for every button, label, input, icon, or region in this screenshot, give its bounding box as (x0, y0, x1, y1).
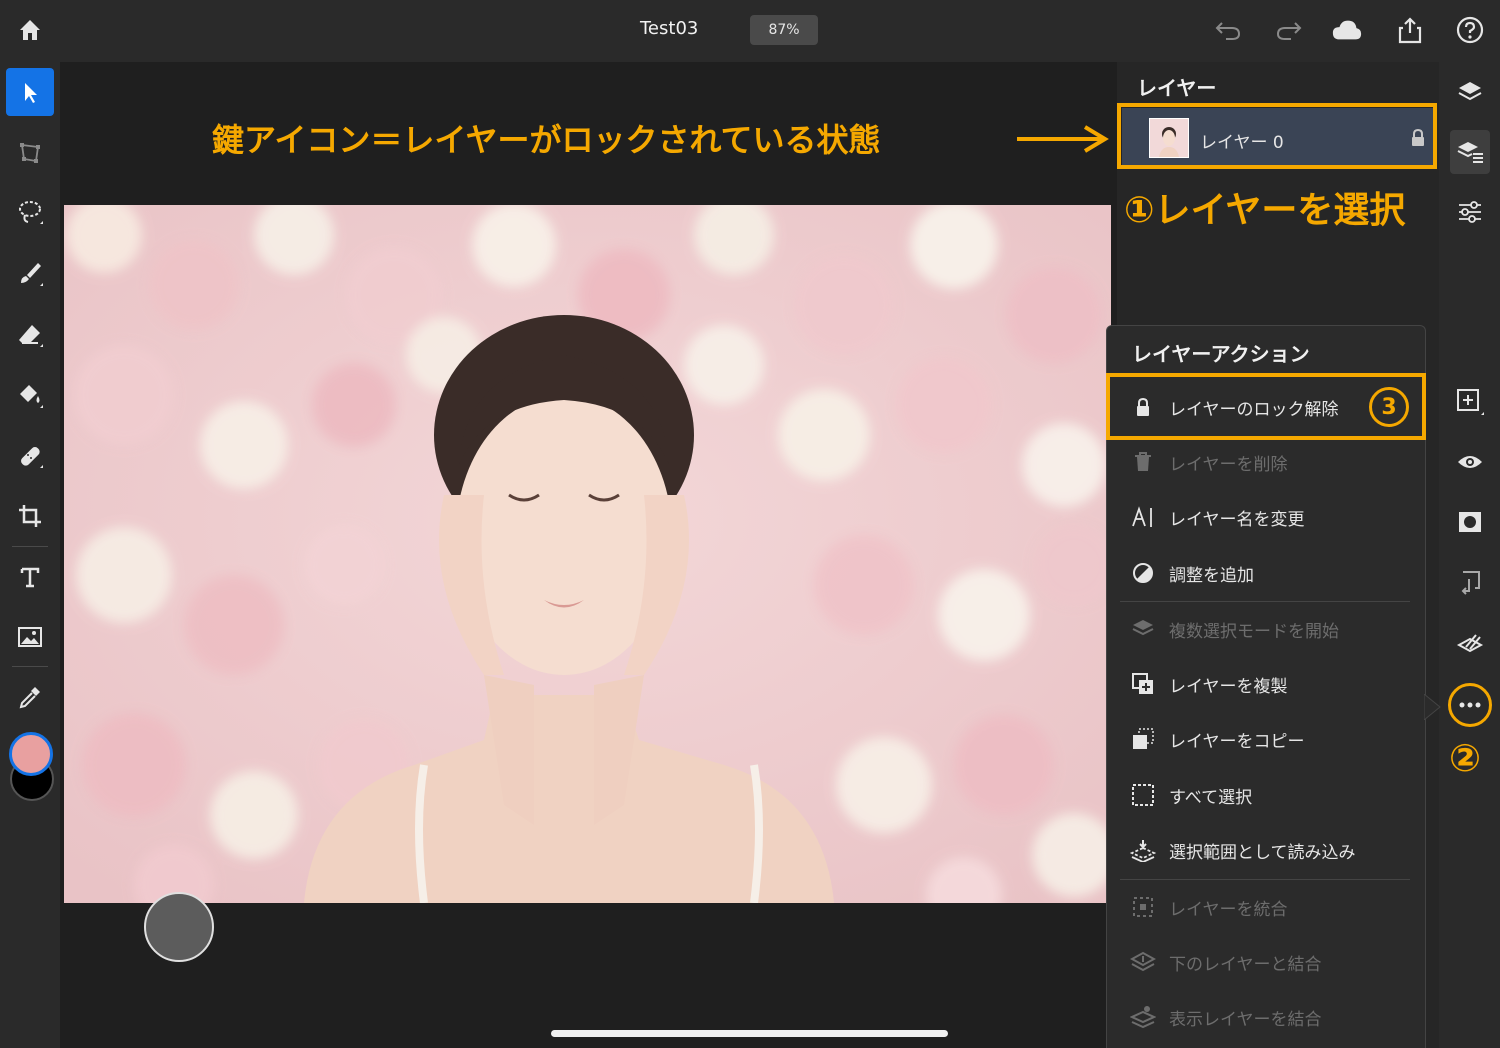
home-indicator (551, 1030, 948, 1037)
menu-item-label: レイヤーを削除 (1169, 454, 1288, 475)
step3-annotation: 3 (1369, 387, 1409, 427)
menu-item-label: レイヤーを複製 (1169, 676, 1288, 697)
menu-pointer-arrow (1423, 692, 1442, 724)
lock-annotation-text: 鍵アイコン＝レイヤーがロックされている状態 (212, 121, 881, 159)
home-icon[interactable] (14, 14, 46, 46)
menu-item-merge-down[interactable]: 下のレイヤーと結合 (1130, 942, 1420, 982)
image-tool-icon[interactable] (6, 613, 54, 661)
select-tool-icon[interactable] (6, 68, 54, 116)
healing-tool-icon[interactable] (6, 432, 54, 480)
menu-item-add-adjustment[interactable]: 調整を追加 (1130, 553, 1420, 593)
menu-divider (1120, 601, 1410, 602)
zoom-level[interactable]: 87% (750, 15, 818, 45)
menu-item-label: 調整を追加 (1169, 565, 1254, 586)
menu-item-select-all[interactable]: すべて選択 (1130, 775, 1420, 815)
arrow-right-icon (1015, 122, 1109, 160)
layers-panel-title: レイヤー (1137, 76, 1217, 100)
menu-divider (1120, 879, 1410, 880)
menu-item-label: 複数選択モードを開始 (1169, 621, 1339, 642)
merge-visible-icon (1130, 1004, 1156, 1030)
layer-properties-icon[interactable] (1450, 130, 1490, 174)
type-tool-icon[interactable] (6, 553, 54, 601)
copy-icon (1130, 726, 1156, 752)
eraser-tool-icon[interactable] (6, 311, 54, 359)
layer-highlight-box (1117, 103, 1437, 169)
visibility-eye-icon[interactable] (1448, 440, 1492, 484)
load-selection-icon (1130, 837, 1156, 863)
help-icon[interactable] (1454, 14, 1486, 46)
rename-icon (1130, 504, 1156, 530)
menu-item-delete-layer[interactable]: レイヤーを削除 (1130, 442, 1420, 482)
menu-item-label: レイヤーをコピー (1169, 731, 1305, 752)
floating-touch-modifier[interactable] (144, 892, 214, 962)
menu-item-label: 表示レイヤーを結合 (1169, 1009, 1322, 1030)
menu-item-label: すべて選択 (1169, 787, 1253, 808)
transform-tool-icon[interactable] (6, 129, 54, 177)
toolbar-divider (12, 546, 48, 547)
redo-icon[interactable] (1273, 14, 1305, 46)
duplicate-icon (1130, 671, 1156, 697)
more-icon (1459, 702, 1481, 708)
multi-select-icon (1130, 616, 1156, 642)
brush-tool-icon[interactable] (6, 250, 54, 298)
foreground-color-swatch[interactable] (9, 732, 53, 776)
layers-stack-icon[interactable] (1448, 70, 1492, 114)
mask-icon[interactable] (1448, 500, 1492, 544)
cloud-icon[interactable] (1331, 14, 1363, 46)
merge-down-icon (1130, 949, 1156, 975)
menu-item-label: レイヤーを統合 (1169, 899, 1288, 920)
menu-item-duplicate-layer[interactable]: レイヤーを複製 (1130, 664, 1420, 704)
menu-item-label: レイヤー名を変更 (1169, 509, 1305, 530)
undo-icon[interactable] (1212, 14, 1244, 46)
step2-annotation: ② (1449, 736, 1482, 780)
share-icon[interactable] (1394, 14, 1426, 46)
select-all-icon (1130, 782, 1156, 808)
menu-item-label: 選択範囲として読み込み (1169, 842, 1356, 863)
blend-options-icon[interactable] (1448, 622, 1492, 666)
adjustments-sliders-icon[interactable] (1448, 190, 1492, 234)
lasso-tool-icon[interactable] (6, 188, 54, 236)
menu-item-copy-layer[interactable]: レイヤーをコピー (1130, 719, 1420, 759)
crop-tool-icon[interactable] (6, 492, 54, 540)
flatten-icon (1130, 894, 1156, 920)
eyedropper-tool-icon[interactable] (6, 673, 54, 721)
add-layer-icon[interactable] (1448, 380, 1492, 424)
menu-item-load-as-selection[interactable]: 選択範囲として読み込み (1130, 830, 1420, 870)
menu-item-multi-select[interactable]: 複数選択モードを開始 (1130, 609, 1420, 649)
step1-annotation: ①レイヤーを選択 (1124, 190, 1406, 231)
menu-title: レイヤーアクション (1132, 342, 1310, 366)
toolbar-divider (12, 666, 48, 667)
trash-icon (1130, 449, 1156, 475)
fill-tool-icon[interactable] (6, 372, 54, 420)
menu-item-flatten[interactable]: レイヤーを統合 (1130, 887, 1420, 927)
menu-item-merge-visible[interactable]: 表示レイヤーを結合 (1130, 997, 1420, 1037)
clipping-mask-icon[interactable] (1448, 560, 1492, 604)
more-actions-button[interactable] (1448, 683, 1492, 727)
canvas-image[interactable] (64, 205, 1111, 903)
menu-item-rename-layer[interactable]: レイヤー名を変更 (1130, 497, 1420, 537)
menu-item-label: 下のレイヤーと結合 (1169, 954, 1322, 975)
adjustment-icon (1130, 560, 1156, 586)
portrait-photo (64, 205, 1111, 903)
